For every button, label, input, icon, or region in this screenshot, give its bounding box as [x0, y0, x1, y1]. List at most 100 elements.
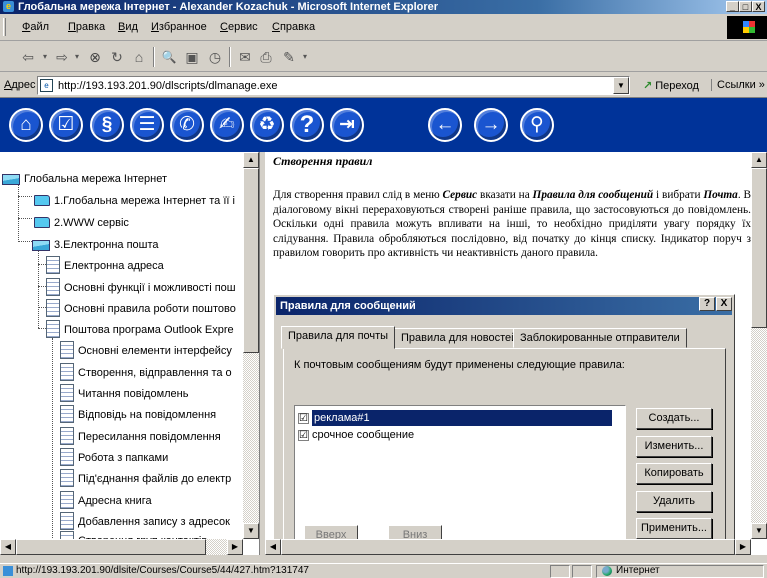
document-icon [60, 512, 74, 531]
favorites-icon[interactable]: ▣ [183, 48, 201, 66]
tree-item[interactable]: 1.Глобальна мережа Інтернет та її і [34, 192, 235, 210]
rule-item[interactable]: ☑ реклама#1 [298, 410, 612, 426]
apply-rule-button[interactable]: Применить... [636, 518, 712, 539]
links-button[interactable]: Ссылки » [711, 79, 765, 91]
tree-item[interactable]: Робота з папками [60, 448, 168, 467]
tree-item[interactable]: Створення, відправлення та о [60, 363, 232, 382]
rule-label: срочное сообщение [312, 429, 415, 441]
scroll-down-icon[interactable]: ▼ [751, 523, 767, 539]
minimize-button[interactable]: _ [726, 1, 739, 12]
address-input[interactable]: e http://193.193.201.90/dlscripts/dlmana… [37, 76, 630, 95]
tree-item[interactable]: Під'єднання файлів до електр [60, 469, 231, 488]
print-icon[interactable]: ⎙ [257, 48, 275, 66]
scroll-up-icon[interactable]: ▲ [243, 152, 259, 168]
dialog-close-button[interactable]: X [716, 297, 732, 311]
tree-line [18, 218, 32, 219]
tree-item[interactable]: Основні правила роботи поштово [46, 299, 236, 318]
edit-dropdown-icon[interactable]: ▾ [300, 48, 310, 66]
scroll-right-icon[interactable]: ▶ [735, 539, 751, 555]
mail-icon[interactable]: ✉ [236, 48, 254, 66]
emphasis-text: Сервис [442, 189, 478, 201]
internet-zone-icon [602, 566, 612, 576]
tab-news-rules[interactable]: Правила для новостей [394, 328, 525, 348]
scroll-thumb[interactable] [281, 539, 735, 555]
refresh-icon[interactable]: ↻ [108, 48, 126, 66]
chat-nav-icon[interactable]: ✆ [170, 108, 204, 142]
modify-rule-button[interactable]: Изменить... [636, 436, 712, 457]
tree-item[interactable]: Глобальна мережа Інтернет [2, 170, 167, 188]
next-nav-icon[interactable]: → [474, 108, 508, 142]
exit-nav-icon[interactable]: ⇥ [330, 108, 364, 142]
forward-dropdown-icon[interactable]: ▾ [72, 48, 82, 66]
tree-item[interactable]: Читання повідомлень [60, 384, 188, 403]
recycle-nav-icon[interactable]: ♻ [250, 108, 284, 142]
scroll-up-icon[interactable]: ▲ [751, 152, 767, 168]
scroll-left-icon[interactable]: ◀ [265, 539, 281, 555]
menu-tools[interactable]: Сервис [220, 21, 258, 33]
tree-horizontal-scrollbar[interactable]: ◀ ▶ [0, 539, 243, 555]
search-icon[interactable]: 🔍 [160, 48, 178, 66]
scroll-left-icon[interactable]: ◀ [0, 539, 16, 555]
tree-item-label: Основні правила роботи поштово [64, 303, 236, 315]
delete-rule-button[interactable]: Удалить [636, 491, 712, 512]
scroll-thumb[interactable] [751, 168, 767, 328]
tree-item[interactable]: Пересилання повідомлення [60, 427, 221, 446]
tree-item[interactable]: Електронна адреса [46, 256, 164, 275]
checklist-nav-icon[interactable]: ☑ [49, 108, 83, 142]
menu-favorites[interactable]: Избранное [151, 21, 207, 33]
address-bar: Адрес e http://193.193.201.90/dlscripts/… [0, 72, 767, 98]
tree-item[interactable]: Добавлення запису з адресок [60, 512, 230, 531]
tree-item[interactable]: 3.Електронна пошта [32, 236, 159, 254]
rule-item[interactable]: ☑ срочное сообщение [298, 427, 414, 443]
maximize-button[interactable]: □ [739, 1, 752, 12]
search-nav-icon[interactable]: ⚲ [520, 108, 554, 142]
menu-edit[interactable]: Правка [68, 21, 105, 33]
status-cell [572, 565, 592, 578]
tab-mail-rules[interactable]: Правила для почты [281, 326, 396, 349]
menu-bar: Файл Правка Вид Избранное Сервис Справка [0, 14, 767, 41]
back-icon[interactable]: ⇦ [20, 48, 36, 66]
address-url[interactable]: http://193.193.201.90/dlscripts/dlmanage… [58, 80, 278, 92]
menu-view[interactable]: Вид [118, 21, 138, 33]
tree-vertical-scrollbar[interactable]: ▲ ▼ [243, 152, 259, 539]
scroll-down-icon[interactable]: ▼ [243, 523, 259, 539]
home-nav-icon[interactable]: ⌂ [9, 108, 43, 142]
address-dropdown-button[interactable]: ▼ [613, 77, 629, 94]
content-horizontal-scrollbar[interactable]: ◀ ▶ [265, 539, 751, 555]
scroll-nav-icon[interactable]: § [90, 108, 124, 142]
back-dropdown-icon[interactable]: ▾ [40, 48, 50, 66]
pen-nav-icon[interactable]: ✍ [210, 108, 244, 142]
tree-item-label: Добавлення запису з адресок [78, 516, 230, 528]
edit-icon[interactable]: ✎ [280, 48, 298, 66]
contents-tree-pane: Глобальна мережа Інтернет 1.Глобальна ме… [0, 152, 260, 555]
menu-file[interactable]: Файл [22, 21, 49, 33]
books-nav-icon[interactable]: ☰ [130, 108, 164, 142]
tree-item[interactable]: Адресна книга [60, 491, 152, 510]
help-nav-icon[interactable]: ? [290, 108, 324, 142]
go-button[interactable]: ↗ Переход [643, 79, 699, 92]
tab-blocked-senders[interactable]: Заблокированные отправители [513, 328, 687, 348]
tree-item[interactable]: Основні елементи інтерфейсу [60, 341, 232, 360]
forward-icon[interactable]: ⇨ [54, 48, 70, 66]
stop-icon[interactable]: ⊗ [86, 48, 104, 66]
menu-help[interactable]: Справка [272, 21, 315, 33]
scroll-right-icon[interactable]: ▶ [227, 539, 243, 555]
close-button[interactable]: X [752, 1, 765, 12]
dialog-help-button[interactable]: ? [699, 297, 715, 311]
rule-checkbox[interactable]: ☑ [298, 429, 309, 441]
create-rule-button[interactable]: Создать... [636, 408, 712, 429]
scroll-thumb[interactable] [16, 539, 206, 555]
history-icon[interactable]: ◷ [206, 48, 224, 66]
tree-item[interactable]: 2.WWW сервіс [34, 214, 129, 232]
tree-item[interactable]: Відповідь на повідомлення [60, 405, 216, 424]
content-vertical-scrollbar[interactable]: ▲ ▼ [751, 152, 767, 539]
copy-rule-button[interactable]: Копировать [636, 463, 712, 484]
scroll-thumb[interactable] [243, 168, 259, 353]
rule-checkbox[interactable]: ☑ [298, 412, 309, 424]
tree-item-label: Поштова програма Outlook Expre [64, 324, 234, 336]
home-icon[interactable]: ⌂ [130, 48, 148, 66]
tree-item[interactable]: Основні функції і можливості пош [46, 278, 236, 297]
tree-item-label: Глобальна мережа Інтернет [24, 173, 168, 185]
prev-nav-icon[interactable]: ← [428, 108, 462, 142]
tree-item[interactable]: Поштова програма Outlook Expre [46, 320, 234, 339]
